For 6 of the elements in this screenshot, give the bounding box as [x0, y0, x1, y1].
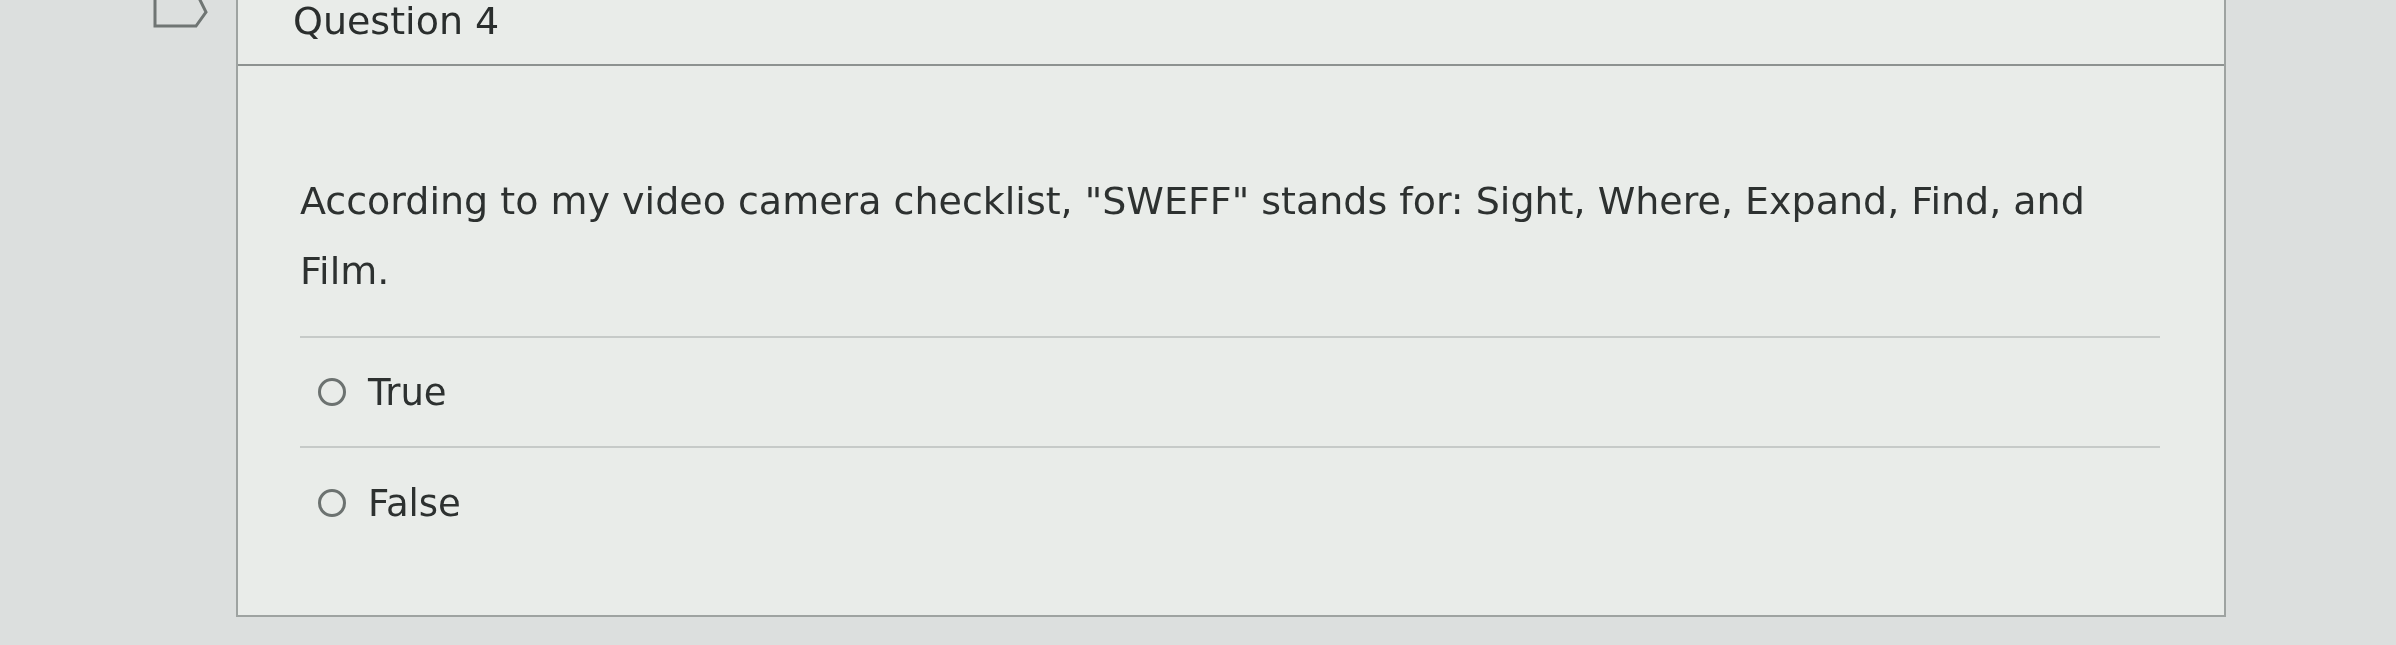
question-title: Question 4: [293, 2, 500, 40]
answer-option[interactable]: True: [300, 338, 2160, 448]
answer-option[interactable]: False: [300, 448, 2160, 558]
question-text: According to my video camera checklist, "SWEFF" stands for: Sight, Where, Expand, Find, and Film.: [300, 178, 2086, 295]
radio-button[interactable]: [318, 378, 346, 406]
radio-button[interactable]: [318, 489, 346, 517]
